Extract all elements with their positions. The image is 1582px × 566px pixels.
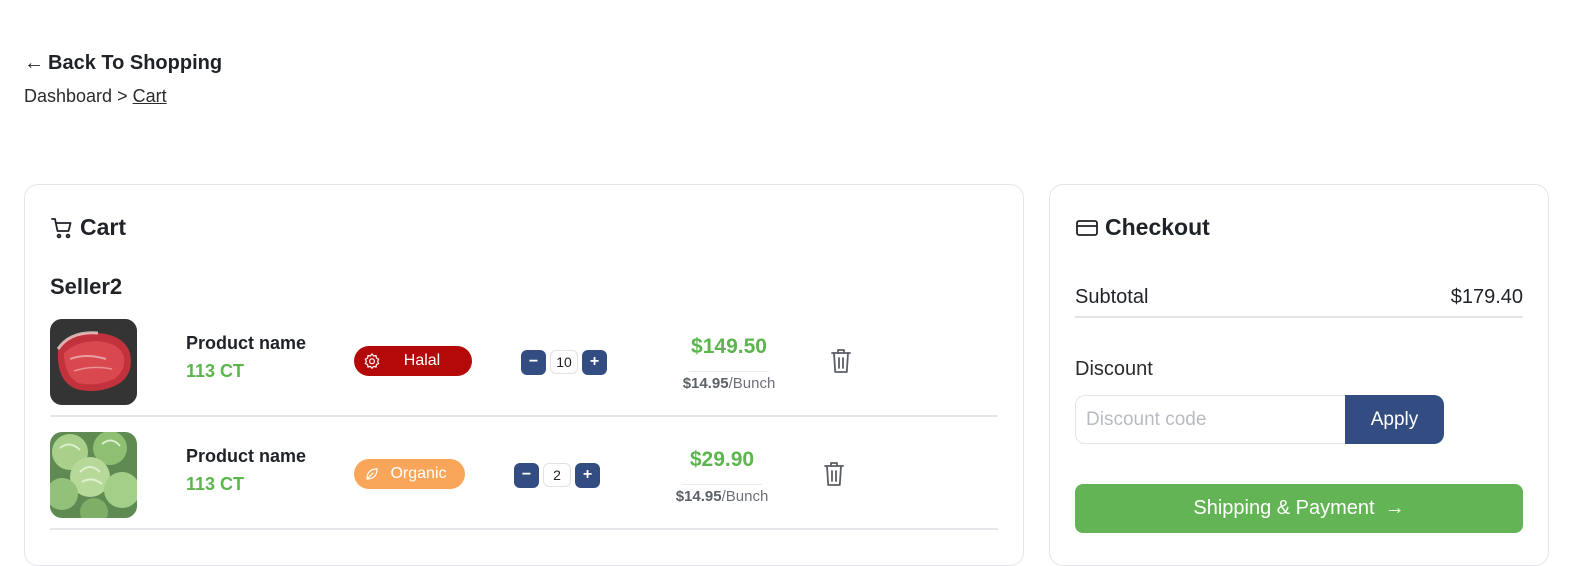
quantity-stepper: − 2 +	[514, 462, 600, 488]
organic-badge: Organic	[354, 459, 465, 489]
cart-title: Cart	[50, 214, 126, 241]
seller-name: Seller2	[50, 274, 123, 299]
increase-quantity-button[interactable]: +	[582, 349, 607, 375]
unit-label: /Bunch	[721, 488, 769, 505]
shipping-payment-button[interactable]: Shipping & Payment →	[1075, 484, 1523, 533]
product-image-lettuce	[50, 432, 137, 518]
checkout-title-label: Checkout	[1105, 214, 1210, 240]
quantity-value[interactable]: 2	[543, 463, 571, 487]
arrow-right-icon: →	[1384, 497, 1405, 519]
badge-label: Halal	[403, 352, 441, 369]
decrease-quantity-button[interactable]: −	[514, 462, 539, 488]
shipping-payment-label: Shipping & Payment	[1193, 497, 1375, 519]
back-to-shopping-link[interactable]: ← Back To Shopping	[24, 52, 222, 75]
credit-card-icon	[1076, 219, 1098, 236]
checkout-title: Checkout	[1075, 214, 1210, 241]
product-image-meat	[50, 319, 137, 405]
breadcrumb-separator: >	[117, 86, 128, 106]
unit-price-value: $14.95	[682, 375, 729, 392]
trash-icon[interactable]	[829, 347, 853, 375]
cart-item-row: Product name 113 CT Organic − 2 + $29.90…	[50, 432, 998, 530]
unit-label: /Bunch	[728, 375, 776, 392]
back-to-shopping-label: Back To Shopping	[48, 52, 223, 74]
increase-quantity-button[interactable]: +	[575, 462, 600, 488]
subtotal-row: Subtotal $179.40	[1075, 286, 1523, 318]
quantity-stepper: − 10 +	[521, 349, 607, 375]
product-sku: 113 CT	[186, 361, 245, 381]
breadcrumb-current[interactable]: Cart	[133, 86, 167, 106]
checkout-panel: Checkout Subtotal $179.40 Discount Apply…	[1049, 184, 1549, 566]
cart-item-row: Product name 113 CT Halal − 10 + $149.50…	[50, 319, 998, 417]
trash-icon[interactable]	[822, 460, 846, 488]
cart-icon	[51, 217, 72, 238]
line-total: $29.90	[689, 448, 755, 471]
decrease-quantity-button[interactable]: −	[521, 349, 546, 375]
line-total: $149.50	[691, 335, 767, 358]
badge-label: Organic	[390, 465, 447, 482]
unit-price: $14.95/Bunch	[662, 484, 782, 505]
quantity-value[interactable]: 10	[550, 350, 578, 374]
arrow-left-icon: ←	[24, 52, 44, 74]
cart-panel: Cart Seller2 Product name 113 CT Halal −…	[24, 184, 1024, 566]
product-name[interactable]: Product name	[186, 333, 306, 354]
product-name[interactable]: Product name	[186, 446, 306, 467]
breadcrumb-root[interactable]: Dashboard	[24, 86, 112, 106]
apply-discount-button[interactable]: Apply	[1345, 395, 1444, 444]
subtotal-value: $179.40	[1450, 286, 1523, 308]
subtotal-label: Subtotal	[1075, 286, 1149, 308]
breadcrumb: Dashboard > Cart	[24, 86, 167, 107]
unit-price-value: $14.95	[675, 488, 722, 505]
discount-label: Discount	[1075, 358, 1153, 380]
unit-price: $14.95/Bunch	[669, 371, 789, 392]
cart-title-label: Cart	[80, 214, 127, 240]
discount-code-input[interactable]	[1075, 395, 1345, 444]
halal-badge: Halal	[354, 346, 472, 376]
product-sku: 113 CT	[186, 474, 245, 494]
